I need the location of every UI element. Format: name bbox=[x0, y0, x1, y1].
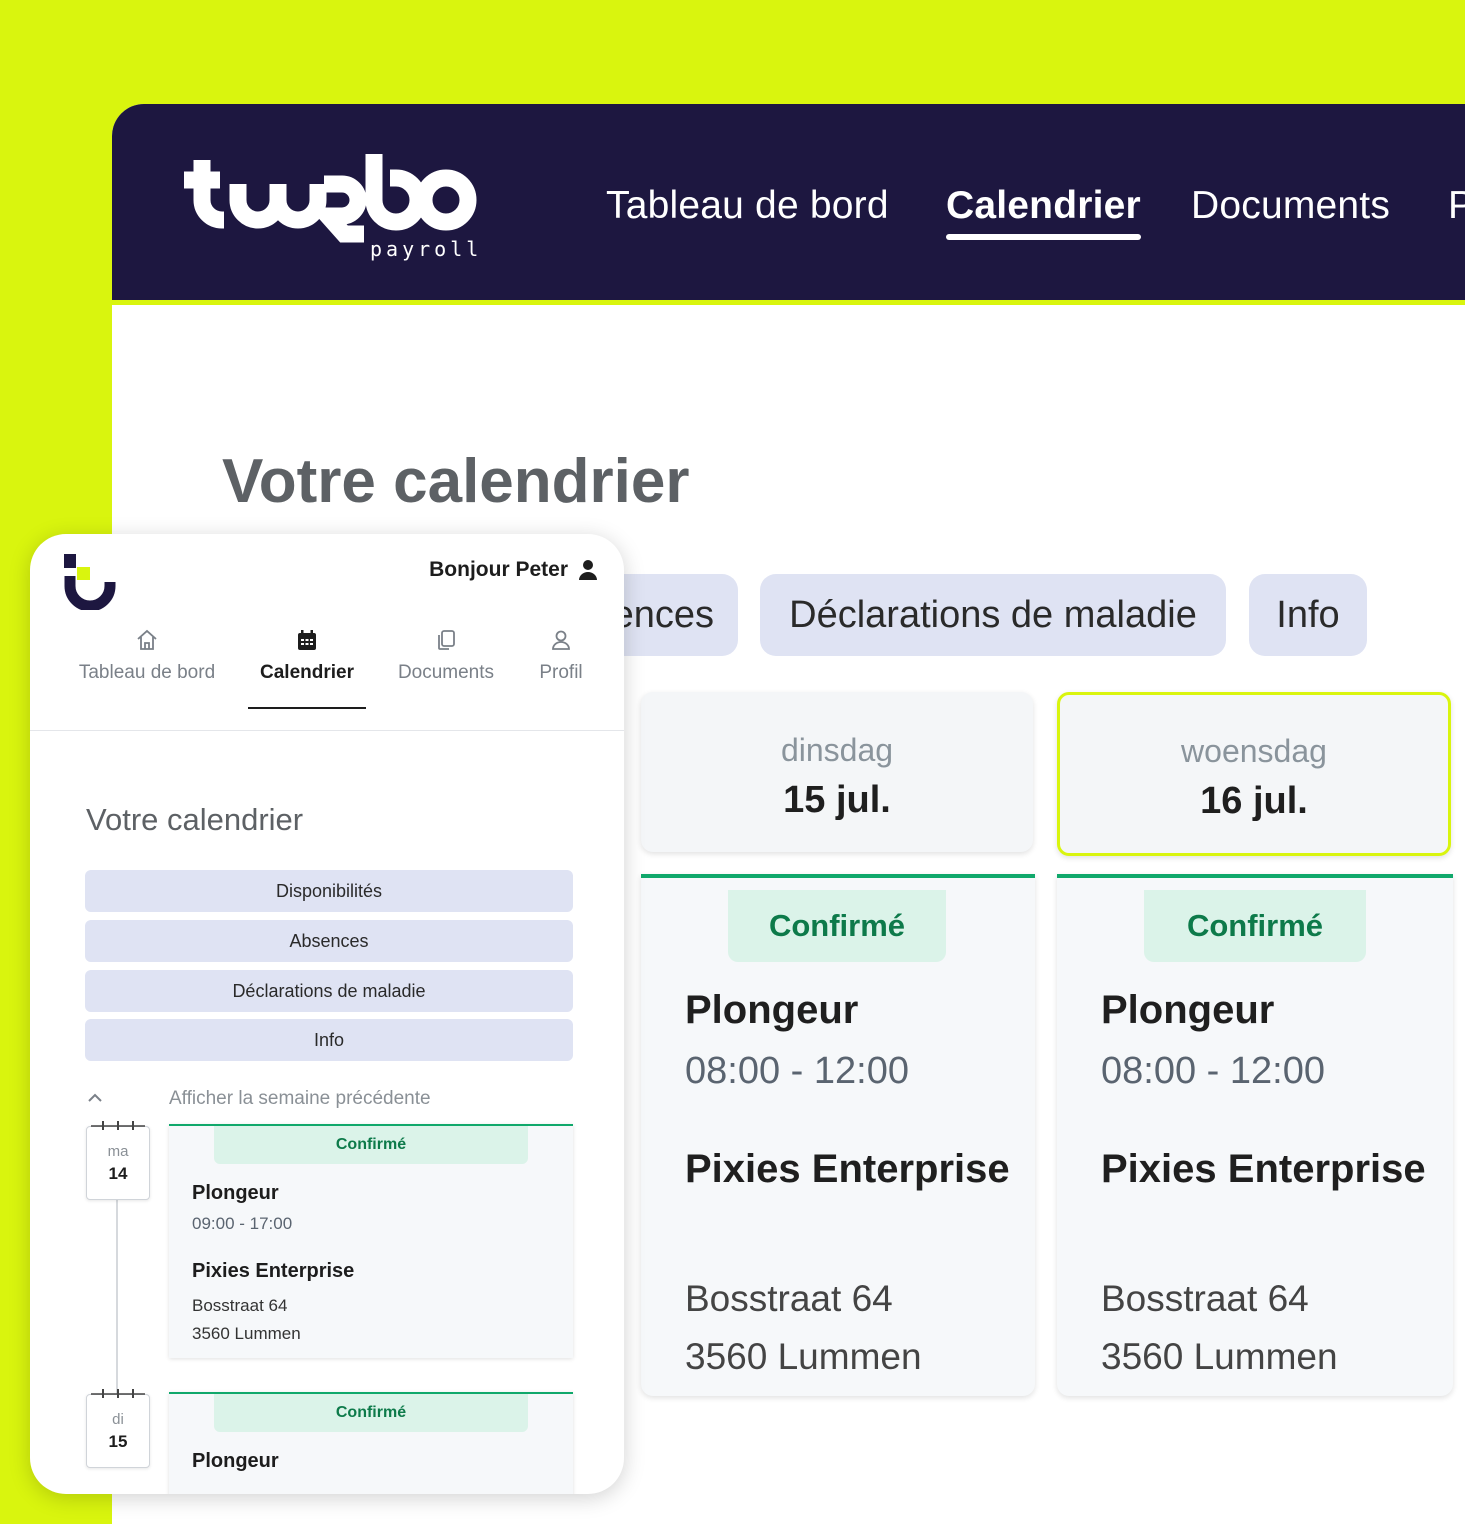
status-badge: Confirmé bbox=[728, 890, 946, 962]
address-line-2: 3560 Lummen bbox=[685, 1336, 922, 1377]
tab-profil[interactable]: Profil bbox=[528, 628, 594, 684]
documents-icon bbox=[438, 630, 455, 650]
greeting[interactable]: Bonjour Peter bbox=[429, 558, 598, 582]
shift-role: Plongeur bbox=[192, 1182, 279, 1204]
timeline-line bbox=[116, 1198, 118, 1394]
day-name: woensdag bbox=[1181, 733, 1327, 769]
info-button[interactable]: Info bbox=[85, 1019, 573, 1061]
calendar-icon bbox=[298, 630, 316, 650]
greeting-text: Bonjour Peter bbox=[429, 558, 568, 581]
show-previous-week-link[interactable]: Afficher la semaine précédente bbox=[169, 1088, 431, 1110]
calendar-rings bbox=[91, 1389, 145, 1398]
nav-tableau-de-bord[interactable]: Tableau de bord bbox=[606, 184, 889, 228]
declarations-de-maladie-button[interactable]: Déclarations de maladie bbox=[85, 970, 573, 1012]
day-header-woensdag[interactable]: woensdag 16 jul. bbox=[1057, 692, 1451, 856]
day-number: 14 bbox=[108, 1164, 128, 1183]
day-name: dinsdag bbox=[780, 732, 894, 768]
address-line-1: Bosstraat 64 bbox=[192, 1296, 288, 1315]
nav-profil[interactable]: P bbox=[1448, 184, 1465, 228]
shift-card[interactable]: Confirmé Plongeur 09:00 - 17:00 Pixies E… bbox=[169, 1124, 573, 1358]
shift-card[interactable]: Confirmé Plongeur 08:00 - 12:00 Pixies E… bbox=[1057, 874, 1453, 1396]
day-number: 15 bbox=[108, 1432, 128, 1451]
tab-label: Documents bbox=[397, 662, 495, 683]
calendar-rings bbox=[91, 1121, 145, 1130]
turbo-logo-mark[interactable] bbox=[62, 552, 120, 610]
status-badge: Confirmé bbox=[214, 1126, 528, 1164]
user-icon bbox=[552, 630, 570, 650]
mobile-window: Bonjour Peter Tableau de bord Calendrier… bbox=[30, 534, 624, 1494]
home-icon bbox=[137, 629, 157, 650]
user-icon bbox=[579, 560, 597, 580]
shift-time: 09:00 - 17:00 bbox=[192, 1214, 293, 1233]
page-title: Votre calendrier bbox=[86, 802, 304, 837]
shift-company: Pixies Enterprise bbox=[685, 1147, 1010, 1191]
address-line-2: 3560 Lummen bbox=[1101, 1336, 1338, 1377]
date-chip: di 15 bbox=[86, 1389, 150, 1468]
absences-button[interactable]: Absences bbox=[85, 920, 573, 962]
shift-card[interactable]: Confirmé Plongeur bbox=[169, 1392, 573, 1494]
svg-text:payroll: payroll bbox=[370, 237, 482, 261]
status-badge: Confirmé bbox=[214, 1394, 528, 1432]
day-date: 15 jul. bbox=[783, 779, 891, 821]
filter-declarations-de-maladie[interactable]: Déclarations de maladie bbox=[760, 574, 1226, 656]
tab-label: Profil bbox=[539, 662, 583, 683]
shift-role: Plongeur bbox=[192, 1450, 279, 1472]
tab-label: Tableau de bord bbox=[78, 662, 216, 683]
shift-company: Pixies Enterprise bbox=[1101, 1147, 1426, 1191]
filter-info[interactable]: Info bbox=[1249, 574, 1367, 656]
shift-company: Pixies Enterprise bbox=[192, 1260, 355, 1282]
page-title: Votre calendrier bbox=[222, 447, 690, 516]
tab-divider bbox=[30, 730, 624, 731]
address-line-2: 3560 Lummen bbox=[192, 1324, 301, 1343]
active-tab-underline bbox=[248, 707, 366, 709]
tab-documents[interactable]: Documents bbox=[392, 628, 500, 684]
status-badge: Confirmé bbox=[1144, 890, 1366, 962]
tab-calendrier[interactable]: Calendrier bbox=[248, 628, 366, 684]
shift-address: Bosstraat 64 3560 Lummen bbox=[1101, 1270, 1338, 1386]
day-date: 16 jul. bbox=[1200, 780, 1308, 822]
nav-calendrier[interactable]: Calendrier bbox=[946, 184, 1141, 240]
address-line-1: Bosstraat 64 bbox=[1101, 1278, 1309, 1319]
turbo-payroll-logo[interactable]: payroll bbox=[174, 144, 484, 268]
nav-documents[interactable]: Documents bbox=[1191, 184, 1390, 228]
day-header-dinsdag[interactable]: dinsdag 15 jul. bbox=[641, 692, 1033, 852]
disponibilites-button[interactable]: Disponibilités bbox=[85, 870, 573, 912]
shift-address: Bosstraat 64 3560 Lummen bbox=[685, 1270, 922, 1386]
tab-label: Calendrier bbox=[260, 662, 354, 683]
shift-role: Plongeur bbox=[685, 988, 859, 1032]
top-navbar: payroll Tableau de bord Calendrier Docum… bbox=[112, 104, 1465, 305]
day-abbr: di bbox=[112, 1411, 124, 1428]
shift-address: Bosstraat 64 3560 Lummen bbox=[192, 1292, 301, 1348]
date-chip: ma 14 bbox=[86, 1121, 150, 1200]
shift-time: 08:00 - 12:00 bbox=[685, 1050, 909, 1092]
shift-role: Plongeur bbox=[1101, 988, 1275, 1032]
address-line-1: Bosstraat 64 bbox=[685, 1278, 893, 1319]
shift-card[interactable]: Confirmé Plongeur 08:00 - 12:00 Pixies E… bbox=[641, 874, 1035, 1396]
chevron-up-icon[interactable] bbox=[86, 1090, 104, 1104]
day-abbr: ma bbox=[107, 1143, 129, 1160]
shift-time: 08:00 - 12:00 bbox=[1101, 1050, 1325, 1092]
tab-tableau-de-bord[interactable]: Tableau de bord bbox=[74, 628, 220, 684]
